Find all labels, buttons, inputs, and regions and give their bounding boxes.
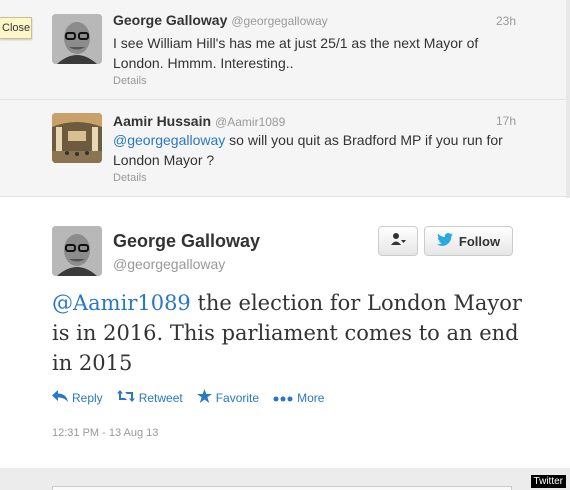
reply-label: Reply xyxy=(72,390,103,405)
scrollbar[interactable] xyxy=(566,0,570,200)
user-handle[interactable]: @georgegalloway xyxy=(231,14,327,28)
star-icon xyxy=(196,389,212,406)
reply-button[interactable]: Reply xyxy=(52,389,103,406)
more-dots-icon xyxy=(273,391,293,405)
person-icon xyxy=(390,232,406,251)
avatar[interactable] xyxy=(52,226,102,276)
user-name[interactable]: Aamir Hussain xyxy=(113,113,211,129)
retweet-icon xyxy=(116,390,135,405)
details-link[interactable]: Details xyxy=(113,75,147,87)
user-actions-dropdown[interactable] xyxy=(378,226,418,256)
tweet-header: Aamir Hussain @Aamir1089 xyxy=(113,113,285,129)
favorite-label: Favorite xyxy=(215,390,260,405)
reply-icon xyxy=(52,390,68,405)
retweet-button[interactable]: Retweet xyxy=(116,389,183,406)
follow-label: Follow xyxy=(458,233,501,249)
tweet-actions: Reply Retweet Favorite More xyxy=(52,389,324,406)
tweet-text: @Aamir1089 the election for London Mayor… xyxy=(52,288,522,378)
tweet-timestamp[interactable]: 12:31 PM - 13 Aug 13 xyxy=(52,427,158,439)
user-name[interactable]: George Galloway xyxy=(113,12,227,28)
image-credit: Twitter xyxy=(530,475,566,488)
avatar[interactable] xyxy=(52,14,102,64)
favorite-button[interactable]: Favorite xyxy=(196,389,260,406)
tweet-time[interactable]: 17h xyxy=(496,114,516,128)
retweet-label: Retweet xyxy=(138,390,183,405)
avatar[interactable] xyxy=(52,113,102,163)
more-label: More xyxy=(297,390,325,405)
user-handle[interactable]: @Aamir1089 xyxy=(215,115,285,129)
more-button[interactable]: More xyxy=(273,389,324,406)
tweet-time[interactable]: 23h xyxy=(496,14,516,28)
user-name[interactable]: George Galloway xyxy=(113,231,260,252)
details-link[interactable]: Details xyxy=(113,172,147,184)
tweet-header: George Galloway @georgegalloway xyxy=(113,12,328,28)
follow-button[interactable]: Follow xyxy=(424,226,513,256)
tweet-text: I see William Hill's has me at just 25/1… xyxy=(113,35,479,71)
tweet-text: @georgegalloway so will you quit as Brad… xyxy=(113,130,523,170)
mention-link[interactable]: @Aamir1089 xyxy=(52,291,191,315)
user-handle[interactable]: @georgegalloway xyxy=(113,256,225,272)
close-button[interactable]: Close xyxy=(0,17,32,39)
mention-link[interactable]: @georgegalloway xyxy=(113,132,225,148)
bird-icon xyxy=(436,233,453,249)
reply-box-edge[interactable] xyxy=(52,486,512,490)
